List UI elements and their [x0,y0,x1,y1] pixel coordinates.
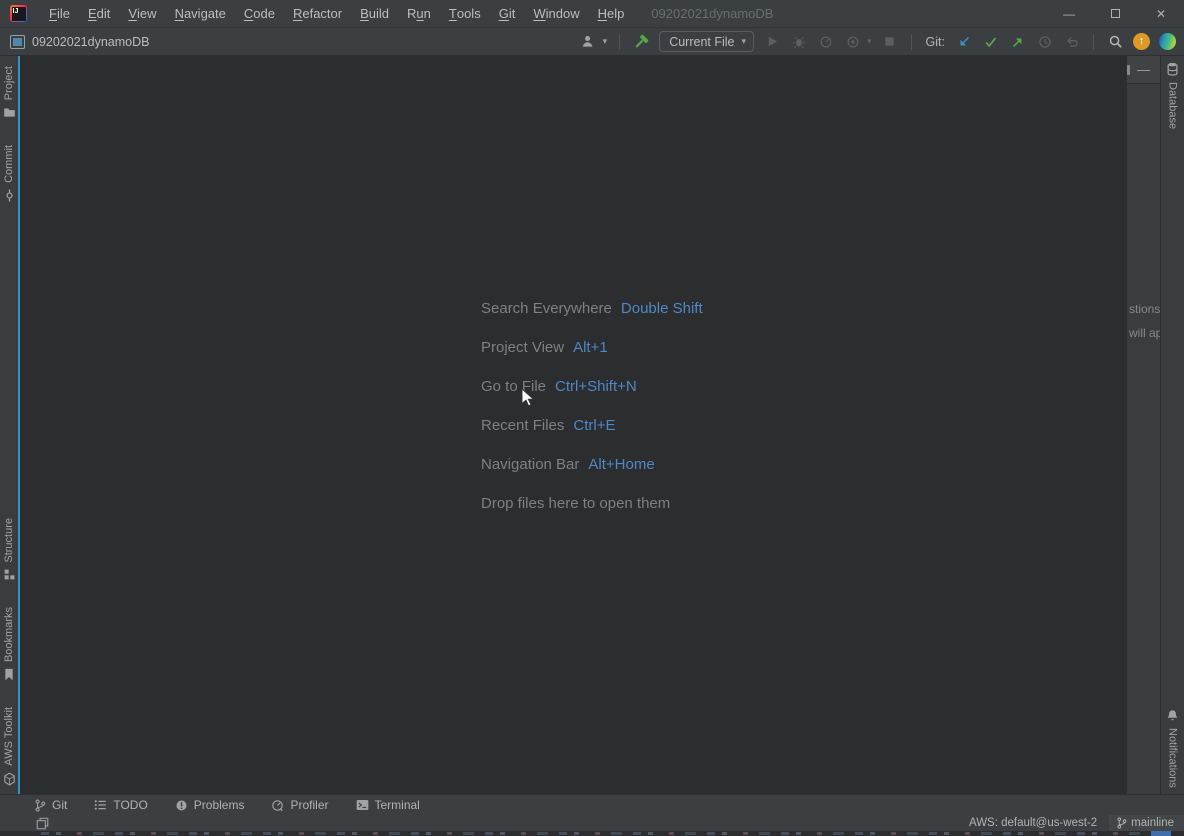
branch-name: mainline [1131,817,1174,829]
shortcut-row: Project View Alt+1 [481,339,703,378]
profiler-gauge-icon [271,799,284,812]
maximize-icon [1111,9,1120,18]
database-icon [1166,62,1179,76]
sidebar-item-notifications[interactable]: Notifications [1166,709,1179,788]
right-tool-stripe: Database Notifications [1160,56,1184,794]
clipped-bottom-strip [0,831,1184,836]
aws-connection-status[interactable]: AWS: default@us-west-2 [969,817,1097,829]
git-branch-icon [34,799,46,812]
chevron-down-icon[interactable]: ▾ [867,36,872,47]
menu-file[interactable]: File [40,0,79,28]
window-title: 09202021dynamoDB [651,6,773,21]
aws-toolkit-icon [3,772,16,786]
intellij-logo-icon: IJ [10,5,27,22]
run-button[interactable] [763,33,781,51]
close-button[interactable]: ✕ [1138,0,1184,28]
menu-code[interactable]: Code [235,0,284,28]
tool-button-git[interactable]: Git [34,798,67,812]
clipped-text-fragments [30,832,1164,835]
notification-text-fragment: stions, [1129,302,1160,316]
tool-button-profiler[interactable]: Profiler [271,798,328,812]
terminal-icon [356,799,369,811]
stop-button[interactable] [881,33,899,51]
git-push-icon[interactable] [1009,33,1027,51]
project-name: 09202021dynamoDB [32,35,149,49]
sidebar-item-project[interactable]: Project [3,66,16,119]
menu-git[interactable]: Git [490,0,525,28]
git-branch-icon [1116,817,1127,829]
menu-help[interactable]: Help [589,0,634,28]
commit-icon [3,189,16,202]
coverage-button[interactable] [844,33,862,51]
sidebar-item-structure[interactable]: Structure [3,518,16,582]
sidebar-item-aws-toolkit[interactable]: AWS Toolkit [3,707,16,786]
sidebar-item-database[interactable]: Database [1166,62,1179,129]
shortcut-row: Go to File Ctrl+Shift+N [481,378,703,417]
toolbar-separator [911,34,912,50]
tool-button-terminal[interactable]: Terminal [356,798,420,812]
tool-button-problems[interactable]: Problems [175,798,245,812]
shortcut-row: Search Everywhere Double Shift [481,300,703,339]
hide-panel-icon[interactable]: — [1137,63,1150,76]
run-config-dropdown[interactable]: Current File ▾ [659,31,754,52]
mouse-cursor [521,388,535,407]
drop-files-hint: Drop files here to open them [481,495,703,534]
project-selector[interactable]: 09202021dynamoDB [10,35,149,49]
bottom-tool-bar: Git TODO Problems Profiler Terminal [0,794,1184,815]
sidebar-item-bookmarks[interactable]: Bookmarks [3,607,15,681]
structure-icon [3,568,16,581]
git-update-icon[interactable] [955,33,973,51]
menu-refactor[interactable]: Refactor [284,0,351,28]
search-everywhere-icon[interactable] [1106,33,1124,51]
git-commit-check-icon[interactable] [982,33,1000,51]
side-panel-sliver: — stions, will ap [1126,56,1160,794]
title-bar: IJ File Edit View Navigate Code Refactor… [0,0,1184,28]
notification-text-fragment: will ap [1129,326,1160,340]
bookmark-icon [3,668,15,681]
todo-list-icon [94,799,107,811]
empty-state-shortcuts: Search Everywhere Double Shift Project V… [481,300,703,534]
code-with-me-icon[interactable] [1159,33,1176,50]
git-toolbar-label: Git: [926,35,945,49]
minimize-button[interactable]: — [1046,0,1092,28]
folder-icon [3,106,16,119]
debug-button[interactable] [790,33,808,51]
ide-update-icon[interactable]: ↑ [1133,33,1150,50]
project-icon [10,35,25,49]
shortcut-row: Recent Files Ctrl+E [481,417,703,456]
menu-run[interactable]: Run [398,0,440,28]
main-toolbar: 09202021dynamoDB ▾ Current File ▾ [0,28,1184,56]
build-hammer-icon[interactable] [632,33,650,51]
sidebar-item-commit[interactable]: Commit [3,145,16,202]
tool-button-todo[interactable]: TODO [94,798,147,812]
profile-button[interactable] [817,33,835,51]
chevron-down-icon[interactable]: ▾ [603,36,608,47]
toolbar-separator [1093,34,1094,50]
side-panel-header: — [1127,56,1160,84]
git-history-icon[interactable] [1036,33,1054,51]
menu-navigate[interactable]: Navigate [166,0,235,28]
menu-view[interactable]: View [119,0,165,28]
menu-window[interactable]: Window [524,0,588,28]
status-bar: AWS: default@us-west-2 mainline [0,815,1184,831]
problems-icon [175,799,188,812]
tool-window-switcher-icon[interactable] [36,817,49,830]
menu-build[interactable]: Build [351,0,398,28]
shortcut-row: Navigation Bar Alt+Home [481,456,703,495]
ide-window: IJ File Edit View Navigate Code Refactor… [0,0,1184,836]
clipped-icon-fragment [1127,65,1130,75]
editor-empty-area[interactable]: Search Everywhere Double Shift Project V… [20,56,1126,794]
clipped-blue-fragment [1151,831,1171,836]
chevron-down-icon: ▾ [741,36,746,47]
toolbar-separator [619,34,620,50]
aws-credentials-icon[interactable] [580,33,598,51]
menu-tools[interactable]: Tools [440,0,490,28]
left-tool-stripe: Project Commit Structure Bookmarks [0,56,18,794]
git-rollback-icon[interactable] [1063,33,1081,51]
git-branch-widget[interactable]: mainline [1109,815,1184,831]
maximize-button[interactable] [1092,0,1138,28]
bell-icon [1166,709,1179,722]
menu-edit[interactable]: Edit [79,0,119,28]
